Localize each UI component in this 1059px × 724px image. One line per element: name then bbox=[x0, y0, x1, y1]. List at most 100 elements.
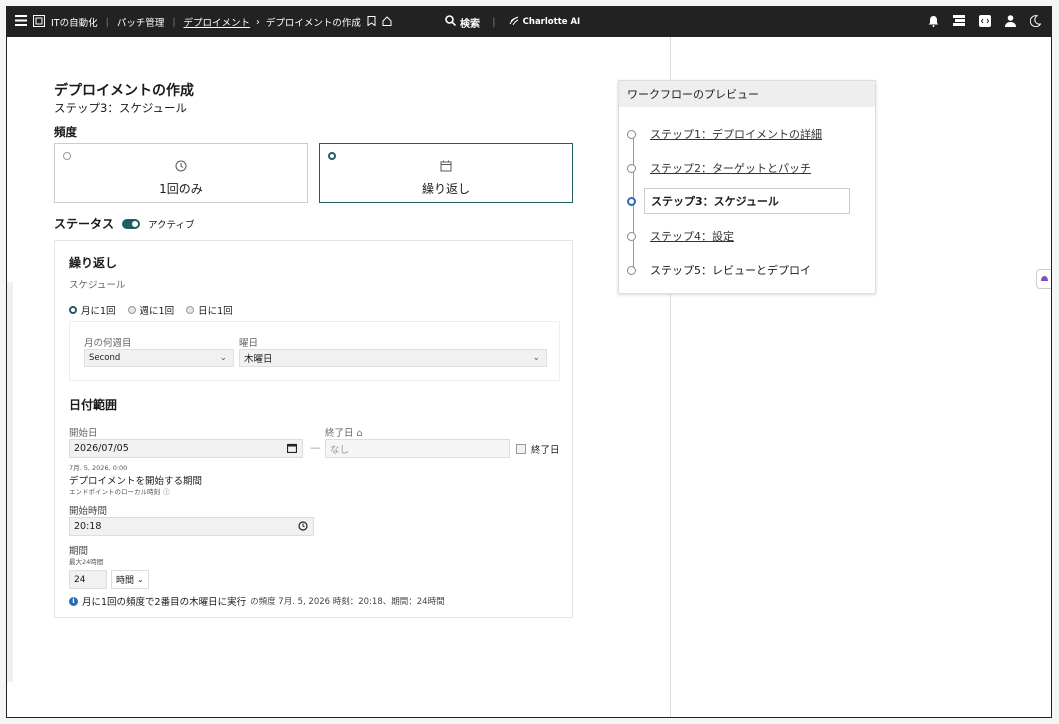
breadcrumb-parent-link[interactable]: デプロイメント bbox=[184, 15, 251, 29]
chevron-down-icon: ⌄ bbox=[219, 353, 227, 363]
task-queue-icon[interactable] bbox=[953, 15, 965, 29]
duration-hint: 最大24時間 bbox=[69, 558, 104, 566]
week-of-month-label: 月の何週目 bbox=[84, 338, 132, 349]
date-range-dash: — bbox=[310, 441, 321, 454]
start-time-input[interactable]: 20:18 bbox=[69, 517, 314, 536]
end-date-label: 終了日 ⌂ bbox=[325, 425, 363, 439]
day-of-week-value: 木曜日 bbox=[244, 354, 273, 365]
end-date-checkbox[interactable] bbox=[516, 444, 526, 454]
breadcrumb: ITの自動化 | パッチ管理 | デプロイメント › デプロイメントの作成 bbox=[7, 14, 392, 30]
summary-main-text: 月に1回の頻度で2番目の木曜日に実行 bbox=[82, 597, 247, 608]
start-time-label: 開始時間 bbox=[69, 506, 108, 517]
summary-detail-text: の頻度 7月. 5, 2026 時刻：20:18、期間：24時間 bbox=[250, 597, 445, 607]
info-circle-icon[interactable]: ⓘ bbox=[163, 486, 170, 496]
workflow-step-1-label[interactable]: ステップ1：デプロイメントの詳細 bbox=[650, 126, 822, 142]
chevron-down-icon: ⌄ bbox=[137, 575, 144, 584]
duration-unit-select[interactable]: 時間 ⌄ bbox=[111, 570, 149, 589]
status-value: アクティブ bbox=[148, 219, 195, 231]
monthly-options-box: 月の何週目 Second ⌄ 曜日 木曜日 ⌄ bbox=[69, 321, 560, 381]
schedule-option-daily[interactable]: 日に1回 bbox=[186, 303, 233, 317]
workflow-step-3-label: ステップ3：スケジュール bbox=[644, 188, 850, 214]
breadcrumb-app[interactable]: ITの自動化 bbox=[51, 15, 98, 29]
end-date-label-text: 終了日 bbox=[325, 428, 354, 439]
day-of-week-label: 曜日 bbox=[239, 338, 259, 349]
day-of-week-select[interactable]: 木曜日 ⌄ bbox=[239, 349, 547, 367]
breadcrumb-section[interactable]: パッチ管理 bbox=[117, 15, 165, 29]
duration-value: 24 bbox=[74, 574, 86, 585]
end-date-input[interactable]: なし bbox=[325, 439, 510, 458]
clock-icon bbox=[175, 160, 187, 175]
start-time-value: 20:18 bbox=[74, 521, 102, 532]
workflow-step-2[interactable]: ステップ2：ターゲットとパッチ bbox=[627, 160, 811, 176]
user-profile-icon[interactable] bbox=[1005, 14, 1016, 30]
weekly-radio[interactable] bbox=[127, 306, 136, 314]
schedule-panel: 繰り返し スケジュール 月に1回 週に1回 日に1回 月の何週目 Second … bbox=[54, 240, 573, 618]
workflow-step-1[interactable]: ステップ1：デプロイメントの詳細 bbox=[627, 126, 822, 142]
current-step-circle-icon bbox=[627, 196, 636, 206]
end-date-checkbox-row[interactable]: 終了日 bbox=[516, 442, 560, 456]
brain-icon bbox=[1040, 273, 1049, 286]
charlotte-ai-label: Charlotte AI bbox=[522, 17, 581, 27]
developer-tools-icon[interactable] bbox=[979, 14, 991, 30]
topbar-divider: | bbox=[492, 16, 496, 28]
recurrence-title: 繰り返し bbox=[69, 256, 118, 270]
ai-sparkle-icon bbox=[508, 15, 519, 29]
workflow-step-4-label[interactable]: ステップ4：設定 bbox=[650, 228, 734, 244]
once-radio[interactable] bbox=[63, 152, 71, 160]
left-edge-shadow bbox=[7, 282, 13, 682]
date-range-title: 日付範囲 bbox=[69, 398, 118, 412]
step-circle-icon bbox=[627, 129, 636, 139]
lock-icon: ⌂ bbox=[356, 428, 363, 439]
search-button[interactable]: 検索 bbox=[445, 15, 480, 30]
dark-mode-moon-icon[interactable] bbox=[1029, 14, 1042, 30]
breadcrumb-divider: | bbox=[172, 16, 176, 28]
page-title: デプロイメントの作成 bbox=[54, 83, 194, 99]
schedule-label: スケジュール bbox=[69, 280, 126, 291]
week-of-month-select[interactable]: Second ⌄ bbox=[84, 349, 234, 367]
daily-radio[interactable] bbox=[186, 306, 195, 314]
workflow-preview-title: ワークフローのプレビュー bbox=[619, 81, 875, 107]
step-circle-icon bbox=[627, 163, 636, 173]
end-date-checkbox-label: 終了日 bbox=[531, 445, 560, 456]
workflow-step-3[interactable]: ステップ3：スケジュール bbox=[627, 188, 850, 214]
schedule-options: 月に1回 週に1回 日に1回 bbox=[69, 303, 233, 317]
top-bar: ITの自動化 | パッチ管理 | デプロイメント › デプロイメントの作成 検索… bbox=[7, 7, 1051, 37]
frequency-label: 頻度 bbox=[54, 125, 77, 139]
notification-bell-icon[interactable] bbox=[928, 15, 939, 30]
monthly-radio[interactable] bbox=[69, 306, 77, 314]
charlotte-ai-button[interactable]: Charlotte AI bbox=[508, 15, 581, 29]
workflow-step-5: ステップ5：レビューとデプロイ bbox=[627, 262, 811, 278]
menu-icon[interactable] bbox=[15, 15, 27, 29]
top-center-actions: 検索 | Charlotte AI bbox=[445, 15, 580, 30]
daily-label: 日に1回 bbox=[198, 306, 233, 317]
search-label: 検索 bbox=[460, 18, 480, 30]
frequency-option-once[interactable]: 1回のみ bbox=[54, 143, 308, 203]
step-circle-icon bbox=[627, 265, 636, 275]
bookmark-icon[interactable] bbox=[367, 15, 376, 29]
calendar-picker-icon[interactable] bbox=[286, 443, 298, 456]
duration-unit-value: 時間 bbox=[116, 576, 135, 586]
start-date-input[interactable]: 2026/07/05 bbox=[69, 439, 303, 458]
recurring-radio[interactable] bbox=[328, 152, 336, 160]
calendar-icon bbox=[440, 160, 452, 175]
schedule-summary: i 月に1回の頻度で2番目の木曜日に実行 の頻度 7月. 5, 2026 時刻：… bbox=[69, 594, 445, 608]
workflow-step-4[interactable]: ステップ4：設定 bbox=[627, 228, 734, 244]
breadcrumb-divider: | bbox=[105, 16, 109, 28]
duration-label: 期間 bbox=[69, 546, 89, 557]
top-right-actions bbox=[928, 14, 1042, 30]
schedule-option-monthly[interactable]: 月に1回 bbox=[69, 303, 116, 317]
assistant-side-tab[interactable] bbox=[1036, 269, 1051, 289]
monthly-label: 月に1回 bbox=[81, 306, 116, 317]
schedule-option-weekly[interactable]: 週に1回 bbox=[127, 303, 174, 317]
workflow-step-2-label[interactable]: ステップ2：ターゲットとパッチ bbox=[650, 160, 811, 176]
clock-picker-icon[interactable] bbox=[298, 521, 308, 534]
status-toggle[interactable] bbox=[122, 218, 141, 229]
frequency-option-recurring[interactable]: 繰り返し bbox=[319, 143, 573, 203]
recurring-label: 繰り返し bbox=[421, 182, 470, 196]
deployment-window-title: デプロイメントを開始する期間 bbox=[69, 476, 203, 487]
status-row: ステータス アクティブ bbox=[54, 215, 194, 232]
home-icon[interactable] bbox=[382, 15, 392, 29]
deployment-window-hint: エンドポイントのローカル時刻 ⓘ bbox=[69, 486, 170, 496]
duration-input[interactable]: 24 bbox=[69, 570, 107, 589]
info-icon: i bbox=[69, 596, 78, 606]
